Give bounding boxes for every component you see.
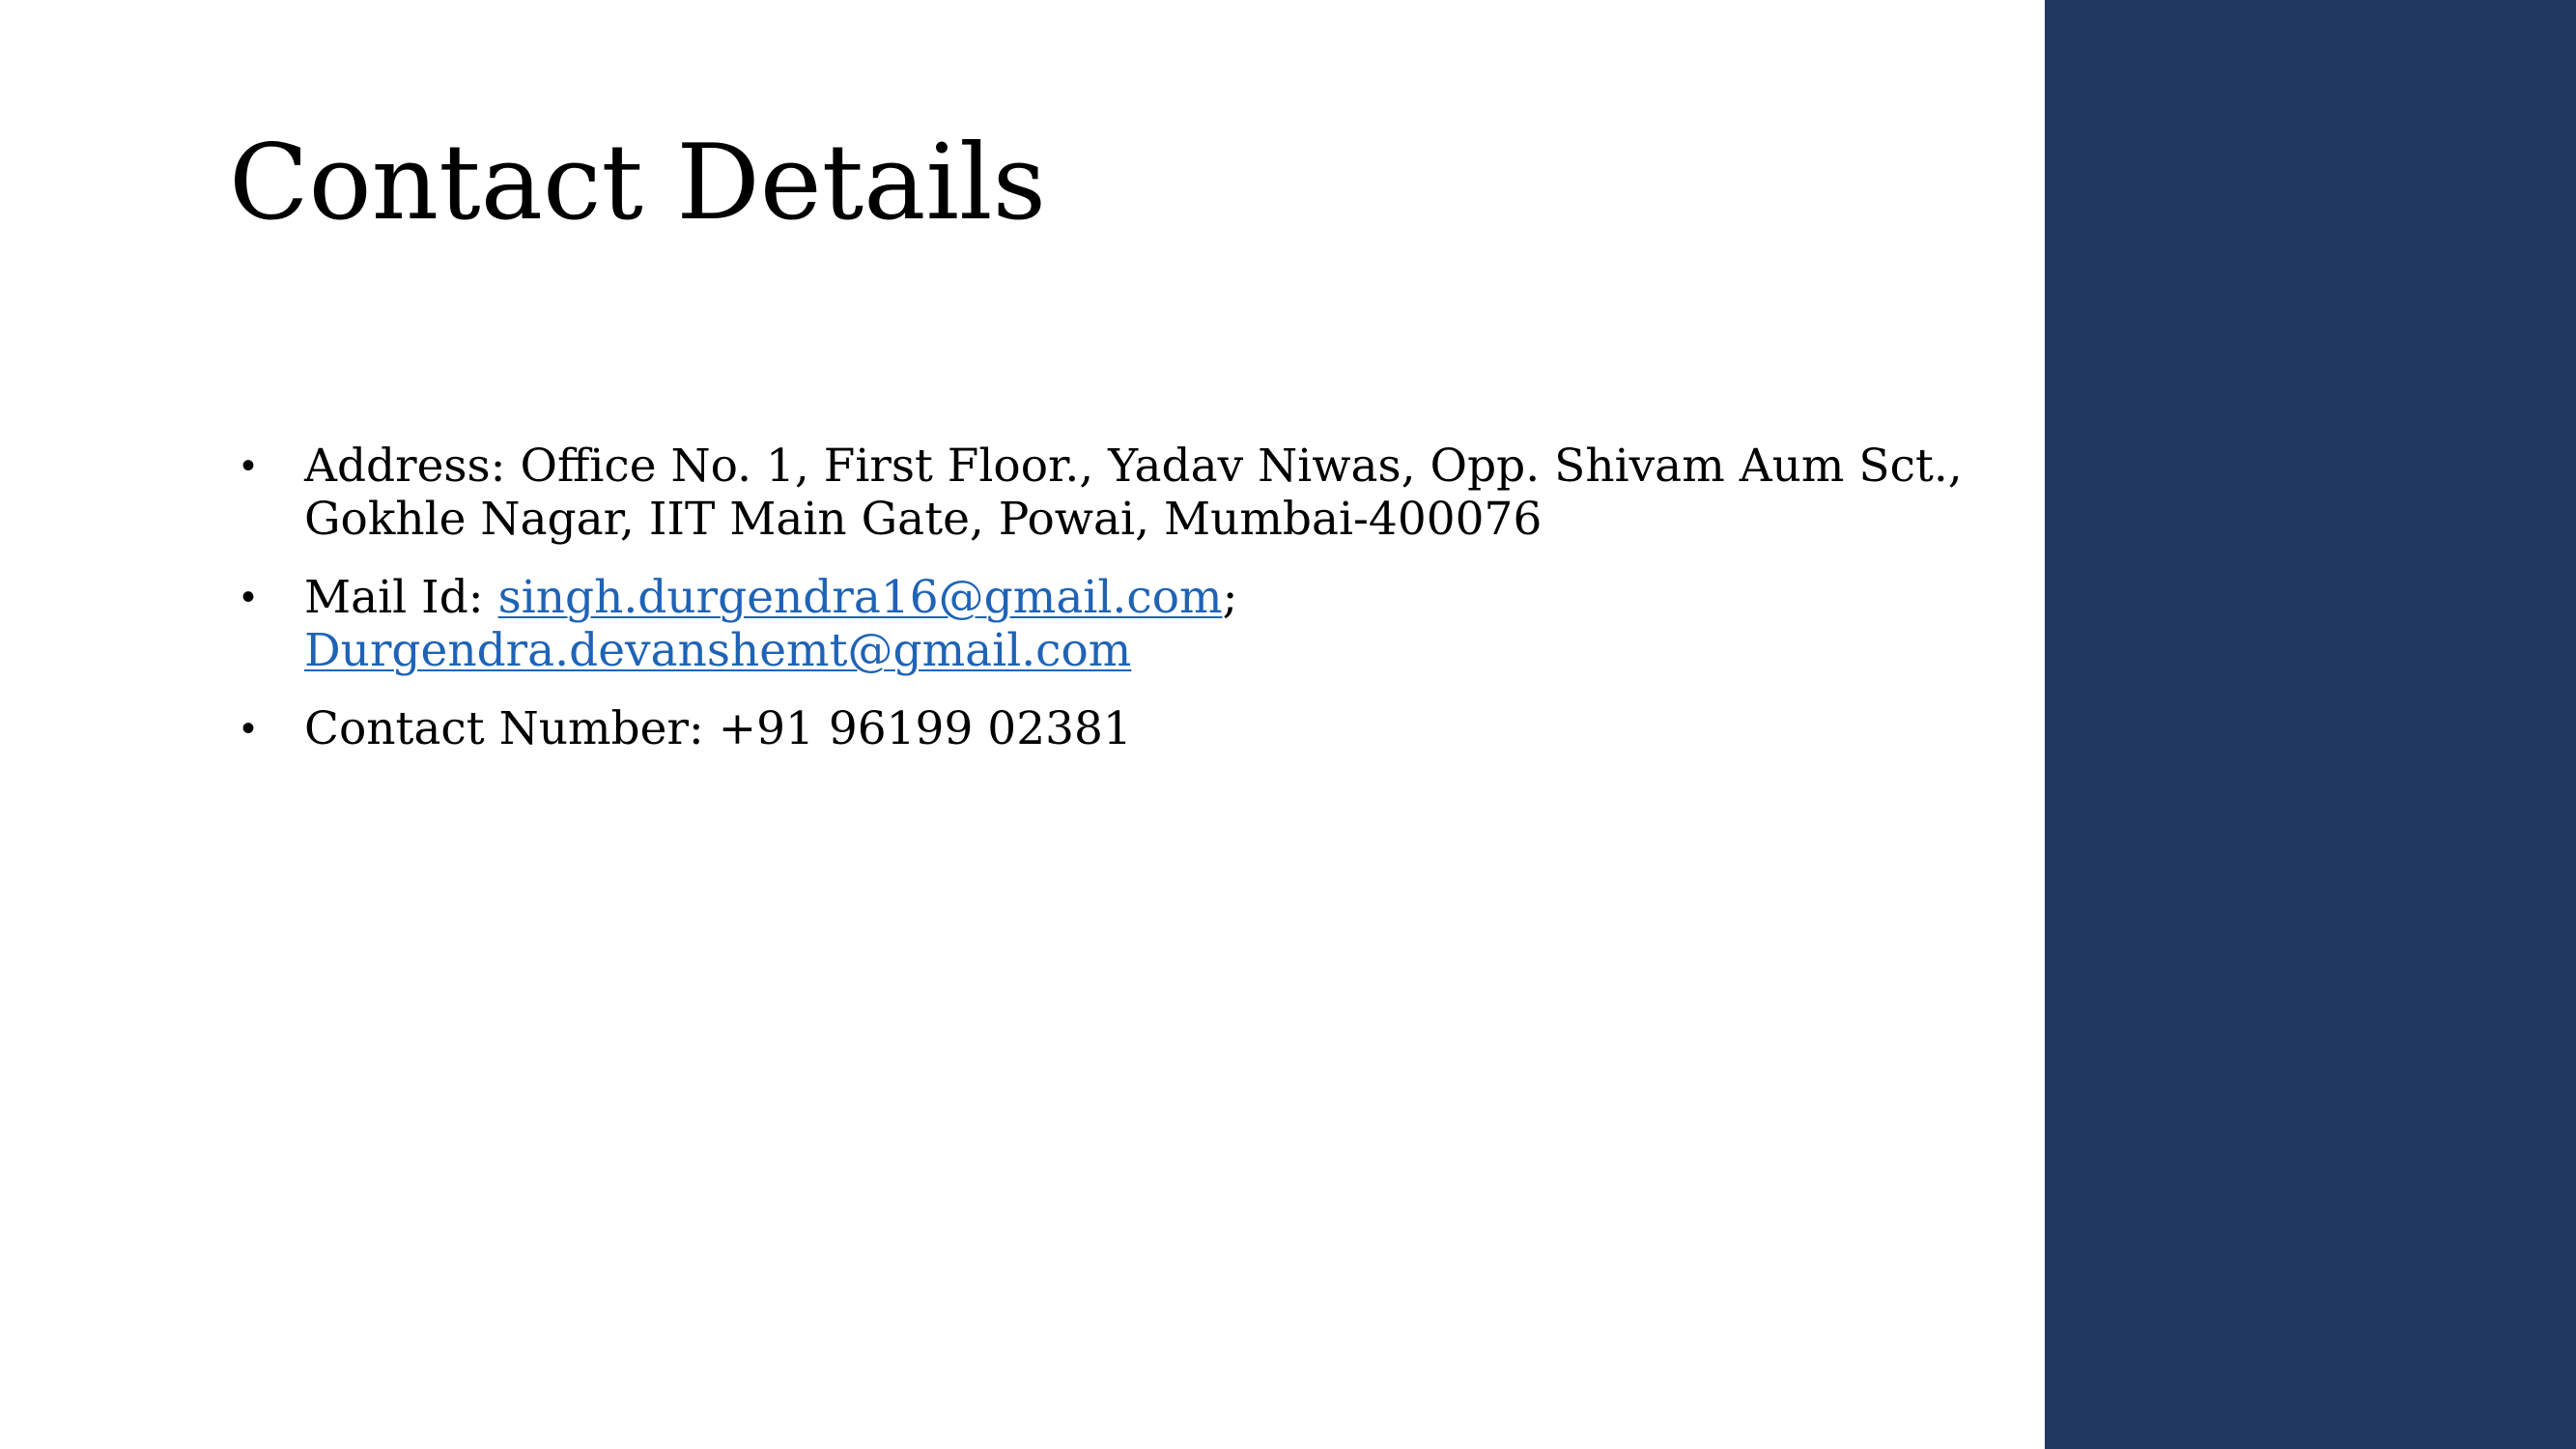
address-line-2: Gokhle Nagar, IIT Main Gate, Powai, Mumb… [304,493,1543,546]
slide: Contact Details • Address: Office No. 1,… [0,0,2576,1449]
slide-title: Contact Details [229,123,1047,243]
contact-number-line: Contact Number: +91 96199 02381 [304,702,1883,755]
bullet-icon: • [241,707,256,750]
address-item: • Address: Office No. 1, First Floor., Y… [241,440,1963,546]
address-label: Address: [304,440,506,493]
mail-separator: ; [1222,571,1238,624]
email-link-secondary[interactable]: Durgendra.devanshemt@gmail.com [304,624,1131,677]
accent-side-panel [2045,0,2576,1449]
mail-line-2: Durgendra.devanshemt@gmail.com [304,624,1883,677]
contact-number-value: +91 96199 02381 [718,702,1132,755]
contact-list: • Address: Office No. 1, First Floor., Y… [241,440,1963,781]
bullet-icon: • [241,576,256,618]
contact-number-item: • Contact Number: +91 96199 02381 [241,702,1883,755]
address-line-1: Address: Office No. 1, First Floor., Yad… [304,440,1963,493]
mail-item: • Mail Id: singh.durgendra16@gmail.com; … [241,571,1883,677]
address-line-1-text: Office No. 1, First Floor., Yadav Niwas,… [520,440,1963,493]
bullet-icon: • [241,444,256,487]
mail-line-1: Mail Id: singh.durgendra16@gmail.com; [304,571,1883,624]
contact-number-label: Contact Number: [304,702,704,755]
mail-label: Mail Id: [304,571,484,624]
email-link-primary[interactable]: singh.durgendra16@gmail.com [498,571,1223,624]
